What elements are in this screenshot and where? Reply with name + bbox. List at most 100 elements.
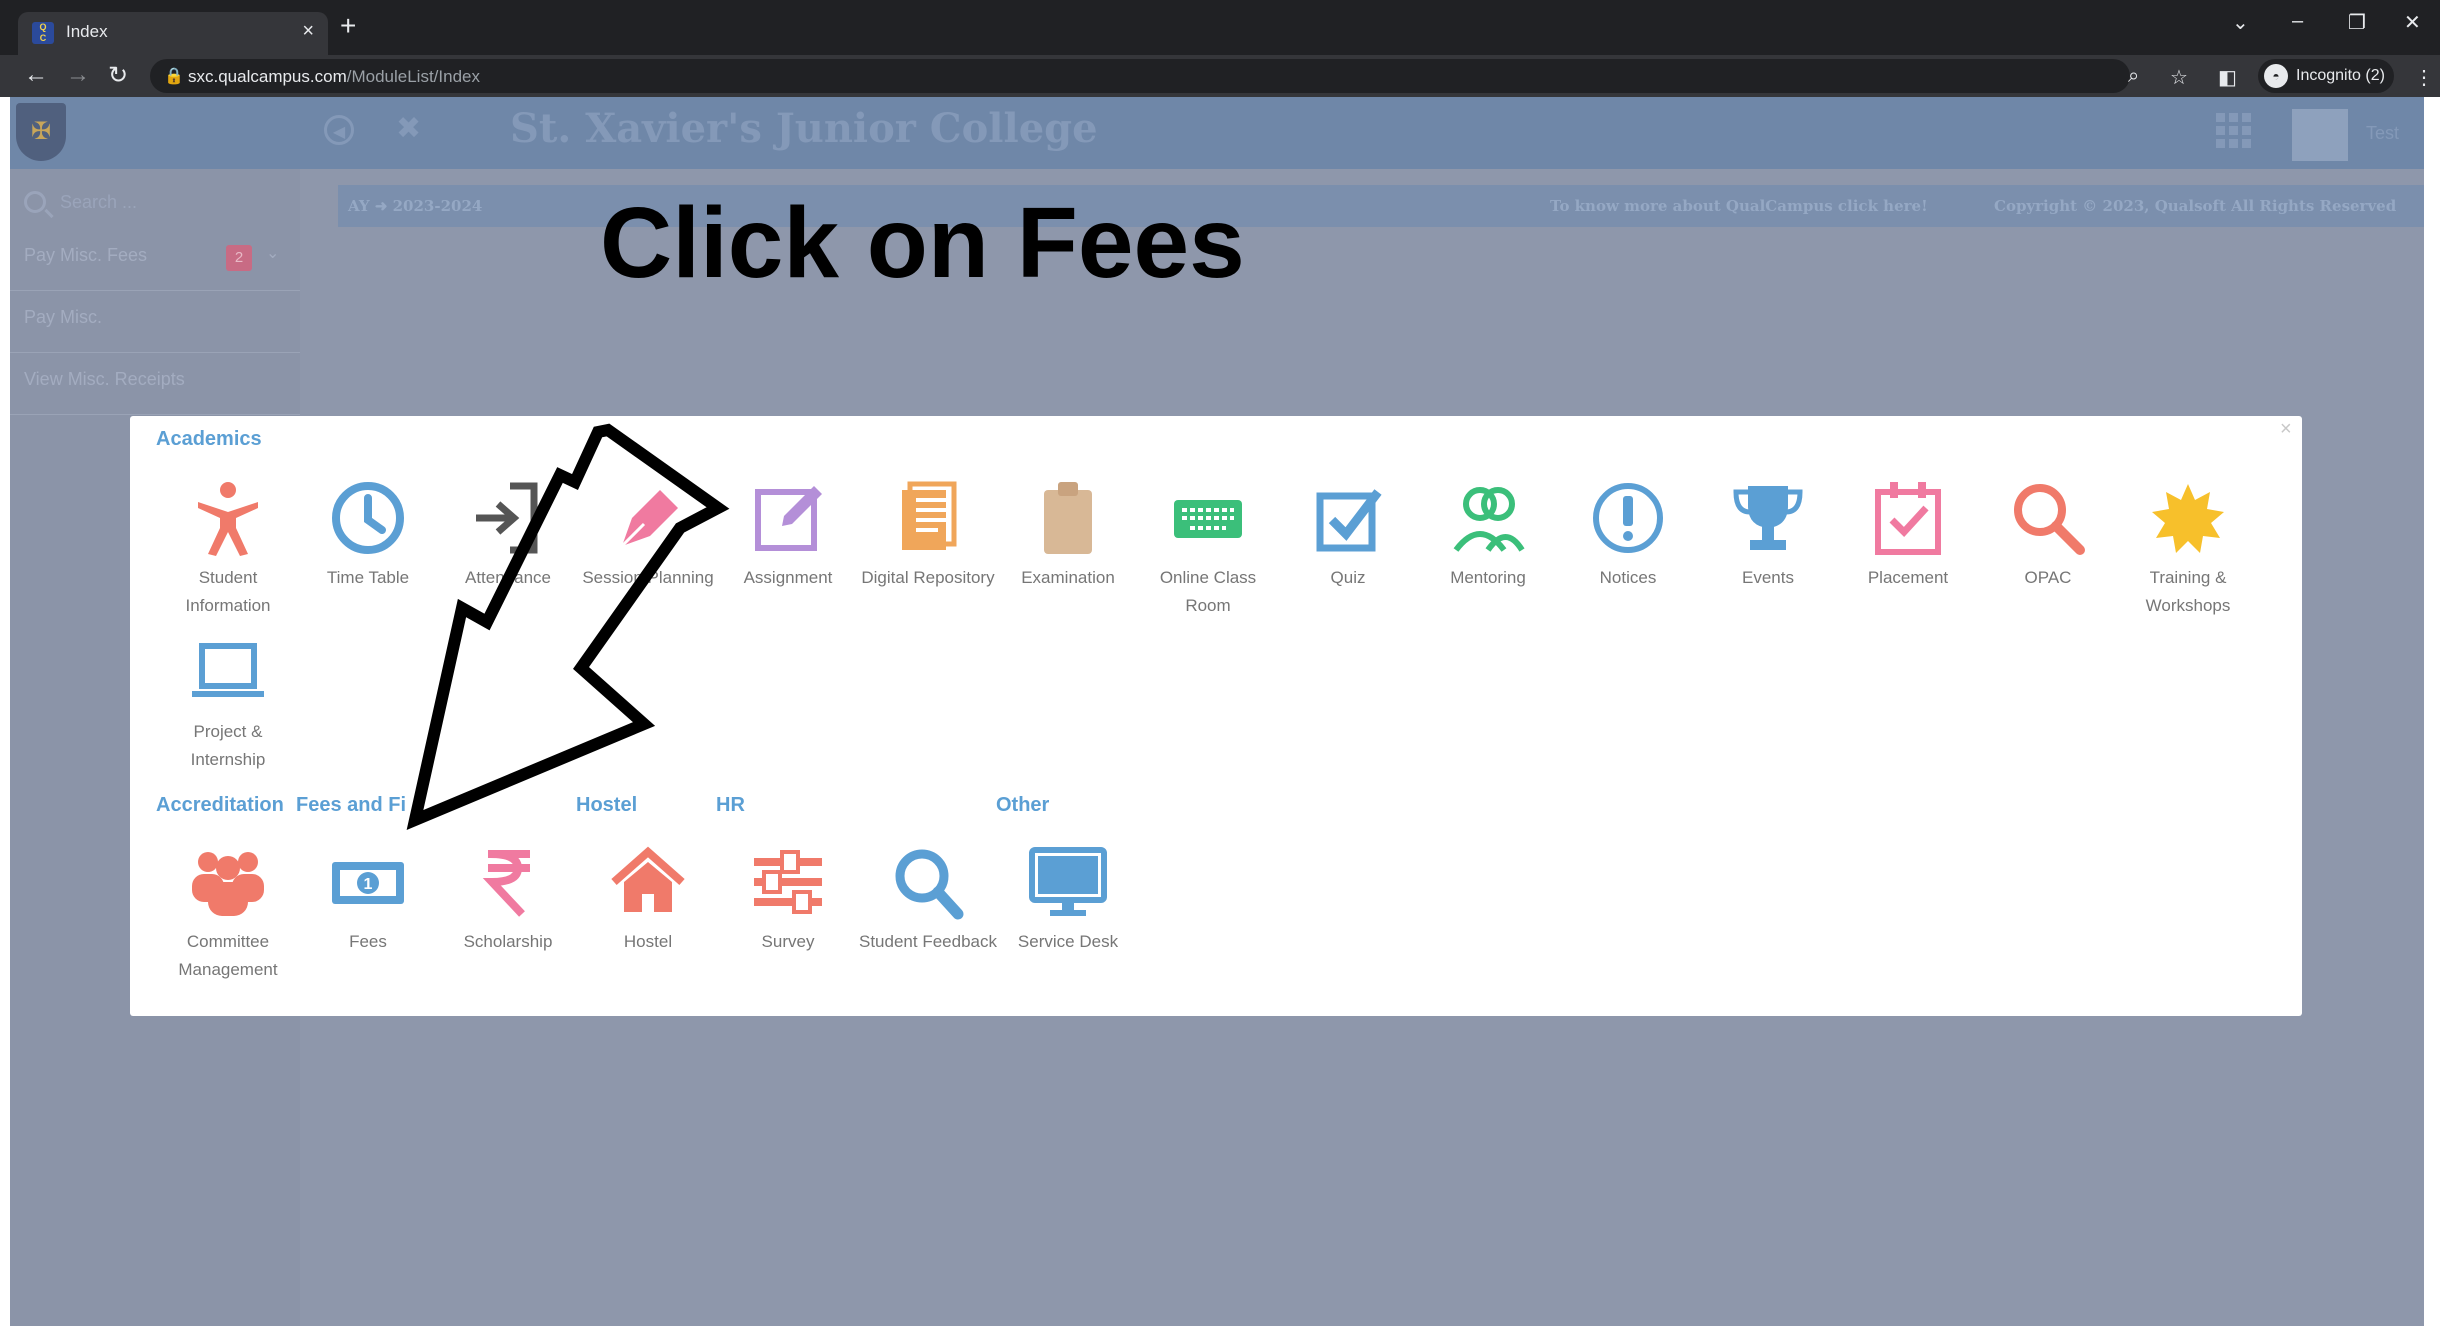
module-session-planning[interactable]: Session Planning bbox=[578, 478, 718, 592]
tab-close-icon[interactable]: × bbox=[302, 20, 314, 43]
new-tab-button[interactable]: + bbox=[340, 12, 356, 40]
copyright-text: Copyright © 2023, Qualsoft All Rights Re… bbox=[1994, 197, 2397, 215]
more-info-link[interactable]: To know more about QualCampus click here… bbox=[1550, 197, 1928, 215]
group-icon bbox=[192, 852, 264, 916]
lock-icon: 🔒 bbox=[164, 68, 184, 85]
keyboard-icon bbox=[1174, 500, 1242, 538]
module-quiz[interactable]: Quiz bbox=[1278, 478, 1418, 592]
module-label: Notices bbox=[1599, 568, 1657, 587]
forward-icon[interactable]: → bbox=[66, 61, 90, 89]
module-service-desk[interactable]: Service Desk bbox=[998, 842, 1138, 956]
module-opac[interactable]: OPAC bbox=[1978, 478, 2118, 592]
incognito-icon: ◓ bbox=[2264, 64, 2288, 88]
sidebar-item-label: Pay Misc. Fees bbox=[24, 245, 148, 265]
module-hostel[interactable]: Hostel bbox=[578, 842, 718, 956]
module-student-feedback[interactable]: Student Feedback bbox=[858, 842, 998, 956]
college-logo: ✠ bbox=[16, 103, 66, 161]
fullscreen-icon[interactable]: ✖ bbox=[396, 111, 421, 146]
user-name[interactable]: Test bbox=[2366, 123, 2399, 144]
module-committee-management[interactable]: Committee Management bbox=[158, 842, 298, 984]
svg-text:1: 1 bbox=[364, 876, 373, 893]
url-path: /ModuleList/Index bbox=[346, 67, 480, 86]
module-time-table[interactable]: Time Table bbox=[298, 478, 438, 592]
college-name: St. Xavier's Junior College bbox=[510, 105, 1098, 152]
section-hostel: Hostel bbox=[576, 794, 638, 816]
module-training-workshops[interactable]: Training & Workshops bbox=[2118, 478, 2258, 620]
users-icon bbox=[1453, 487, 1525, 552]
module-label: Placement bbox=[1867, 568, 1949, 587]
module-label: Time Table bbox=[326, 568, 410, 587]
url-field[interactable]: 🔒 sxc.qualcampus.com/ModuleList/Index bbox=[150, 59, 2130, 93]
module-examination[interactable]: Examination bbox=[998, 478, 1138, 592]
module-online-class-room[interactable]: Online Class Room bbox=[1138, 478, 1278, 620]
monitor-icon bbox=[1029, 847, 1107, 916]
module-label: Student Information bbox=[185, 568, 271, 615]
module-project-internship[interactable]: Project & Internship bbox=[158, 632, 298, 774]
close-icon[interactable]: × bbox=[2280, 418, 2292, 441]
address-bar-row: ← → ↻ 🔒 sxc.qualcampus.com/ModuleList/In… bbox=[0, 55, 2440, 97]
sidebar-item-pay-misc-fees[interactable]: Pay Misc. Fees 2 ⌄ bbox=[10, 229, 300, 291]
restore-icon[interactable]: ❐ bbox=[2348, 10, 2366, 35]
search-input[interactable] bbox=[60, 189, 280, 215]
instruction-text: Click on Fees bbox=[600, 187, 1245, 299]
sidebar-item-view-misc-receipts[interactable]: View Misc. Receipts bbox=[10, 353, 300, 415]
module-events[interactable]: Events bbox=[1698, 478, 1838, 592]
incognito-badge[interactable]: ◓ Incognito (2) bbox=[2258, 59, 2394, 93]
module-label: Survey bbox=[761, 932, 815, 951]
academic-year[interactable]: AY ➜ 2023-2024 bbox=[348, 197, 482, 215]
module-label: OPAC bbox=[2024, 568, 2072, 587]
reload-icon[interactable]: ↻ bbox=[108, 61, 128, 90]
sidebar-item-pay-misc[interactable]: Pay Misc. bbox=[10, 291, 300, 353]
magnifier-icon bbox=[2014, 484, 2085, 555]
close-window-icon[interactable]: ✕ bbox=[2404, 10, 2421, 35]
laptop-icon bbox=[192, 643, 264, 697]
sun-icon bbox=[2152, 484, 2224, 553]
minimize-icon[interactable]: – bbox=[2292, 10, 2303, 33]
app-header: ✠ ◀ ✖ St. Xavier's Junior College Test bbox=[10, 97, 2424, 169]
menu-dots-icon[interactable]: ⋮ bbox=[2414, 65, 2434, 90]
module-label: Mentoring bbox=[1450, 568, 1526, 587]
favicon-icon: QC bbox=[32, 22, 54, 44]
search-feedback-icon bbox=[895, 849, 964, 920]
module-mentoring[interactable]: Mentoring bbox=[1418, 478, 1558, 592]
module-grid-icon[interactable] bbox=[2216, 113, 2252, 149]
tab-search-icon[interactable]: ⌄ bbox=[2232, 10, 2249, 35]
pen-icon bbox=[620, 490, 678, 548]
count-badge: 2 bbox=[226, 245, 252, 271]
module-label: Student Feedback bbox=[859, 932, 997, 951]
avatar[interactable] bbox=[2292, 109, 2348, 161]
home-icon bbox=[611, 846, 685, 912]
module-label: Attendance bbox=[464, 568, 551, 587]
module-fees[interactable]: 1 Fees bbox=[298, 842, 438, 956]
chevron-down-icon: ⌄ bbox=[266, 245, 280, 262]
money-icon: 1 bbox=[332, 862, 404, 904]
document-icon bbox=[902, 481, 957, 550]
module-survey[interactable]: Survey bbox=[718, 842, 858, 956]
sliders-icon bbox=[754, 850, 822, 914]
person-icon bbox=[198, 482, 258, 556]
zoom-icon[interactable]: ⌕ bbox=[2128, 65, 2139, 88]
url-host: sxc.qualcampus.com bbox=[188, 67, 347, 86]
checkbox-icon bbox=[1316, 489, 1382, 552]
section-accreditation: Accreditation bbox=[156, 794, 284, 816]
clock-icon bbox=[332, 482, 404, 554]
module-attendance[interactable]: Attendance bbox=[438, 478, 578, 592]
module-placement[interactable]: Placement bbox=[1838, 478, 1978, 592]
module-notices[interactable]: Notices bbox=[1558, 478, 1698, 592]
module-label: Quiz bbox=[1330, 568, 1366, 587]
module-assignment[interactable]: Assignment bbox=[718, 478, 858, 592]
sidebar-item-label: Pay Misc. bbox=[24, 307, 103, 327]
module-label: Examination bbox=[1021, 568, 1115, 587]
bookmark-star-icon[interactable]: ☆ bbox=[2170, 65, 2188, 90]
module-student-information[interactable]: Student Information bbox=[158, 478, 298, 620]
module-label: Committee Management bbox=[178, 932, 278, 979]
browser-tab-bar: QC Index × + ⌄ – ❐ ✕ bbox=[0, 0, 2440, 55]
section-academics: Academics bbox=[156, 428, 262, 450]
module-scholarship[interactable]: Scholarship bbox=[438, 842, 578, 956]
browser-tab[interactable]: QC Index × bbox=[18, 12, 328, 55]
module-digital-repository[interactable]: Digital Repository bbox=[858, 478, 998, 592]
back-icon[interactable]: ← bbox=[24, 61, 48, 89]
side-panel-icon[interactable]: ◧ bbox=[2218, 65, 2237, 90]
module-label: Fees bbox=[349, 932, 387, 951]
back-circle-icon[interactable]: ◀ bbox=[324, 115, 354, 145]
